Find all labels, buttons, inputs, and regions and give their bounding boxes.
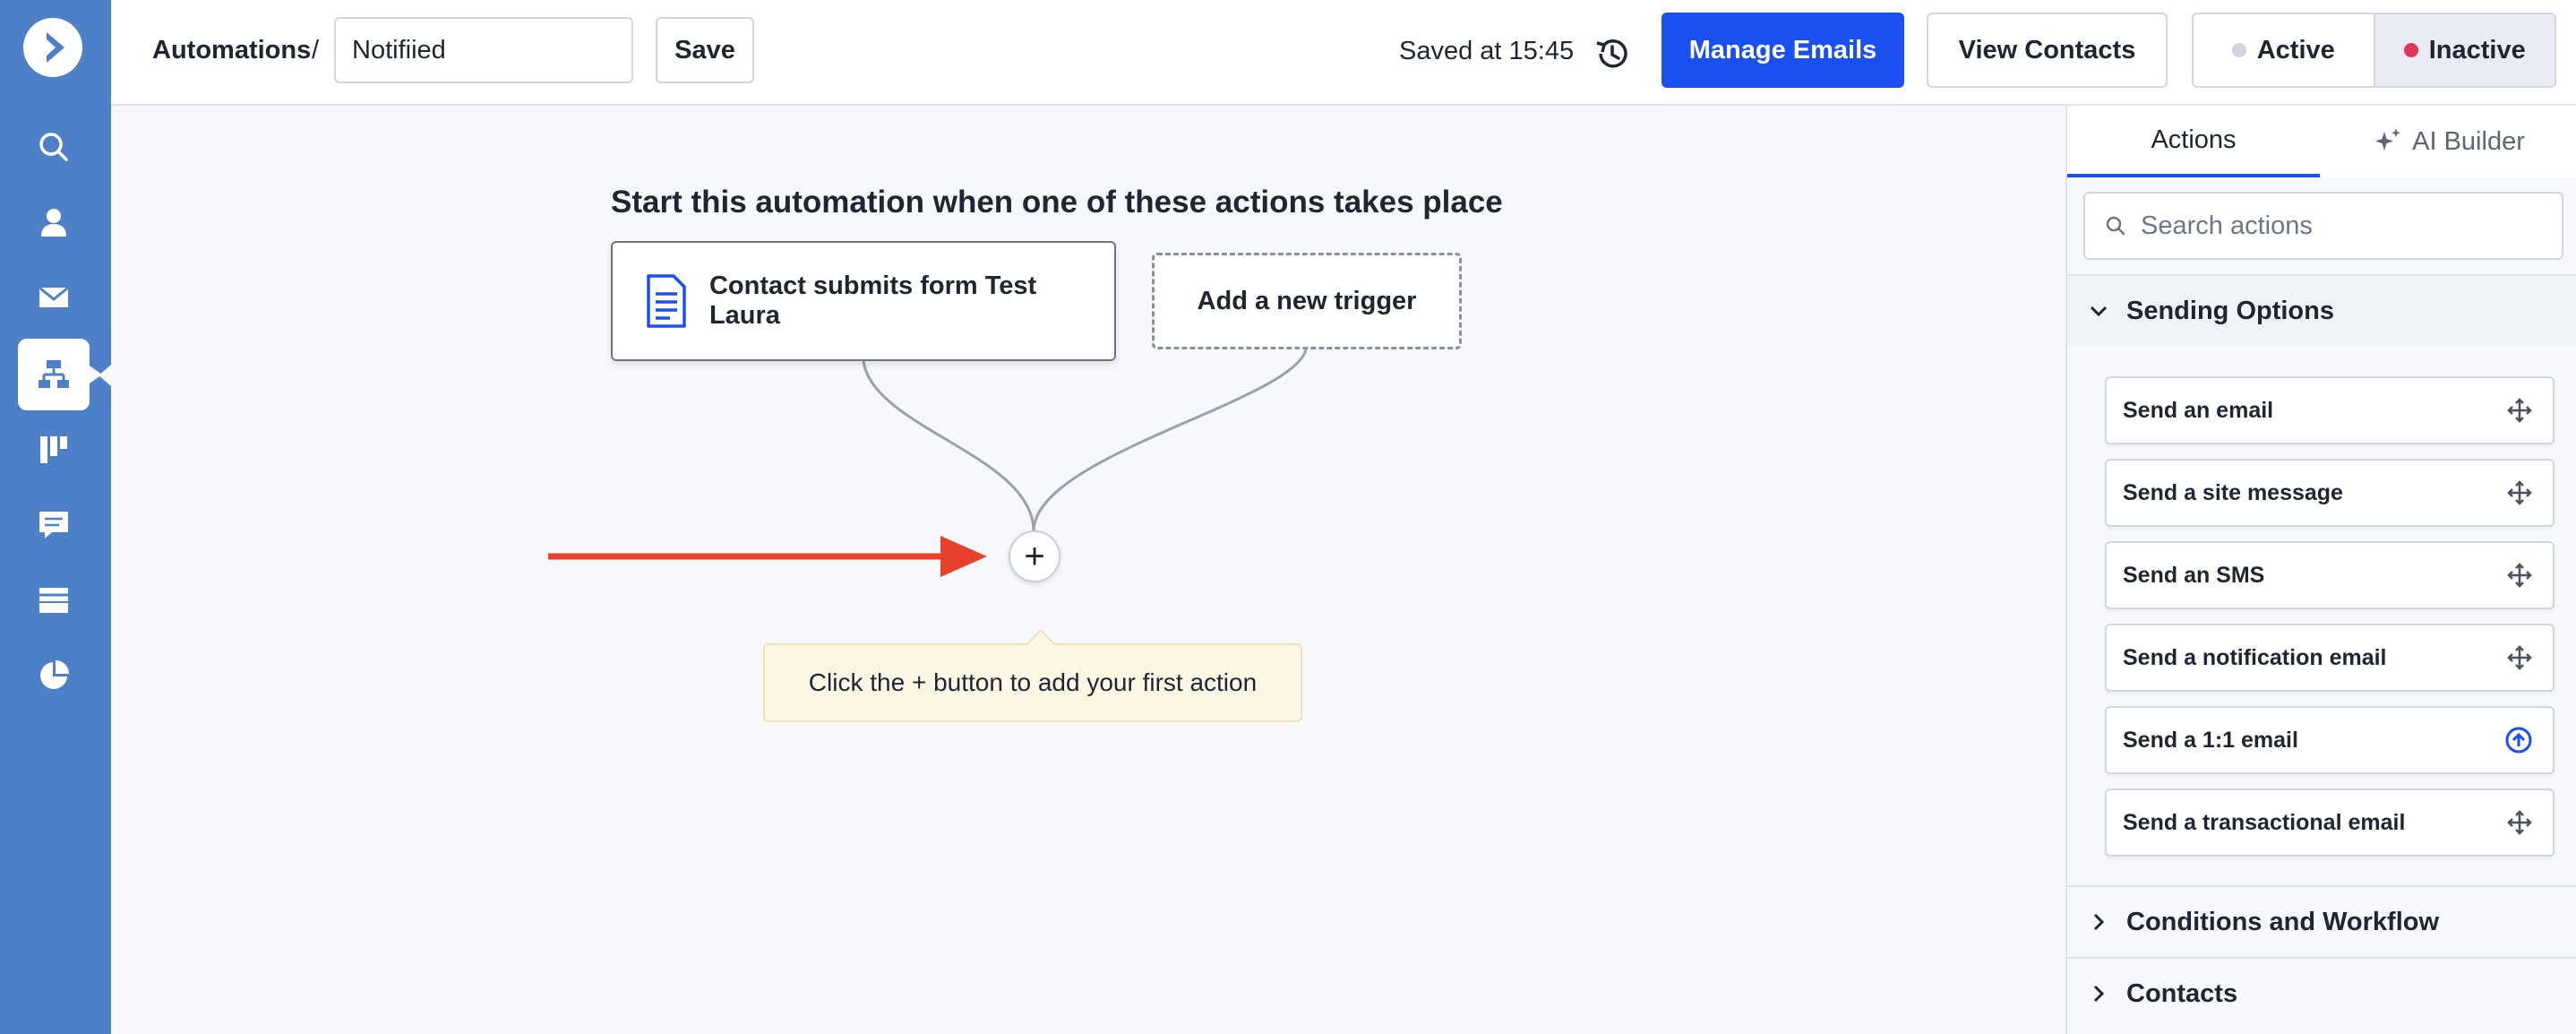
- sidebar: [0, 0, 111, 1034]
- upgrade-icon[interactable]: [2504, 726, 2533, 754]
- action-label: Send a site message: [2123, 479, 2343, 505]
- save-button[interactable]: Save: [656, 17, 754, 83]
- sidebar-item-automations[interactable]: [18, 339, 90, 410]
- move-icon[interactable]: [2506, 644, 2533, 671]
- move-icon[interactable]: [2506, 562, 2533, 589]
- section-sending-options-label: Sending Options: [2126, 296, 2334, 325]
- inactive-status-dot: [2403, 43, 2418, 57]
- search-icon: [2106, 216, 2125, 236]
- top-header: Automations / Save Saved at 15:45 Manage…: [111, 0, 2576, 106]
- campaigns-icon: [39, 286, 69, 307]
- automation-canvas: Start this automation when one of these …: [111, 106, 2065, 1034]
- action-send-sms[interactable]: Send an SMS: [2105, 541, 2555, 609]
- sidebar-item-website[interactable]: [18, 564, 90, 636]
- sidebar-item-deals[interactable]: [18, 414, 90, 486]
- section-sending-options[interactable]: Sending Options: [2067, 274, 2576, 346]
- canvas-title: Start this automation when one of these …: [611, 185, 1503, 220]
- trigger-label: Contact submits form Test Laura: [708, 271, 1037, 330]
- active-status-dot: [2231, 43, 2246, 57]
- search-actions-input[interactable]: [2141, 211, 2553, 241]
- form-document-icon: [647, 274, 686, 328]
- move-icon[interactable]: [2506, 809, 2533, 836]
- action-label: Send a 1:1 email: [2123, 727, 2298, 753]
- add-action-hint: Click the + button to add your first act…: [763, 629, 1302, 722]
- move-icon[interactable]: [2506, 479, 2533, 506]
- sidebar-item-campaigns[interactable]: [18, 262, 90, 333]
- active-nav-caret: [99, 365, 111, 386]
- saved-at-status: Saved at 15:45: [1399, 37, 1575, 65]
- sparkle-icon: [2375, 128, 2401, 151]
- actions-panel: Actions AI Builder Sending Options: [2065, 106, 2576, 1034]
- status-inactive-label: Inactive: [2428, 35, 2526, 65]
- action-label: Send a notification email: [2123, 644, 2387, 670]
- status-toggle: Active Inactive: [2192, 13, 2556, 88]
- breadcrumb-automations[interactable]: Automations: [152, 36, 311, 65]
- view-contacts-button[interactable]: View Contacts: [1927, 13, 2168, 88]
- tab-ai-builder[interactable]: AI Builder: [2320, 106, 2576, 177]
- action-label: Send a transactional email: [2123, 809, 2406, 835]
- panel-tabs: Actions AI Builder: [2067, 106, 2576, 177]
- brand-logo[interactable]: [23, 18, 82, 77]
- app-root: Automations / Save Saved at 15:45 Manage…: [0, 0, 2576, 1034]
- add-action-button[interactable]: +: [1009, 530, 1060, 582]
- action-label: Send an SMS: [2123, 562, 2265, 588]
- logo-chevron-icon: [47, 32, 64, 63]
- manage-emails-button[interactable]: Manage Emails: [1662, 13, 1904, 88]
- chevron-down-icon: [2090, 306, 2108, 317]
- status-active-option[interactable]: Active: [2194, 14, 2374, 86]
- sidebar-item-reports[interactable]: [18, 640, 90, 711]
- status-active-label: Active: [2256, 35, 2335, 65]
- contacts-icon: [41, 209, 66, 237]
- website-icon: [39, 588, 68, 613]
- sidebar-item-search[interactable]: [18, 111, 90, 183]
- sidebar-item-conversations[interactable]: [18, 489, 90, 561]
- trigger-card[interactable]: Contact submits form Test Laura: [611, 241, 1116, 361]
- deals-icon: [40, 436, 67, 463]
- action-label: Send an email: [2123, 397, 2274, 423]
- action-send-email[interactable]: Send an email: [2105, 376, 2555, 444]
- action-send-one-to-one-email[interactable]: Send a 1:1 email: [2105, 706, 2555, 774]
- sidebar-item-contacts[interactable]: [18, 186, 90, 258]
- action-send-transactional-email[interactable]: Send a transactional email: [2105, 788, 2555, 857]
- action-send-site-message[interactable]: Send a site message: [2105, 459, 2555, 527]
- tab-actions-label: Actions: [2151, 125, 2237, 154]
- search-icon: [39, 133, 68, 161]
- search-actions-field[interactable]: [2083, 192, 2563, 260]
- conversations-icon: [39, 512, 68, 539]
- section-conditions-workflow-label: Conditions and Workflow: [2126, 907, 2440, 936]
- section-conditions-workflow[interactable]: Conditions and Workflow: [2067, 885, 2576, 957]
- status-inactive-option[interactable]: Inactive: [2373, 14, 2555, 86]
- history-icon[interactable]: [1593, 34, 1632, 73]
- chevron-right-icon: [2093, 985, 2105, 1003]
- chevron-right-icon: [2093, 913, 2105, 931]
- action-send-notification-email[interactable]: Send a notification email: [2105, 624, 2555, 692]
- breadcrumb-separator: /: [312, 36, 320, 65]
- section-contacts-label: Contacts: [2126, 978, 2238, 1008]
- section-contacts[interactable]: Contacts: [2067, 957, 2576, 1029]
- automations-icon: [39, 360, 69, 388]
- tab-actions[interactable]: Actions: [2067, 106, 2320, 177]
- automation-name-input[interactable]: [334, 17, 633, 83]
- add-trigger-button[interactable]: Add a new trigger: [1152, 253, 1462, 349]
- tab-ai-builder-label: AI Builder: [2412, 126, 2525, 156]
- move-icon[interactable]: [2506, 397, 2533, 424]
- reports-icon: [40, 660, 69, 689]
